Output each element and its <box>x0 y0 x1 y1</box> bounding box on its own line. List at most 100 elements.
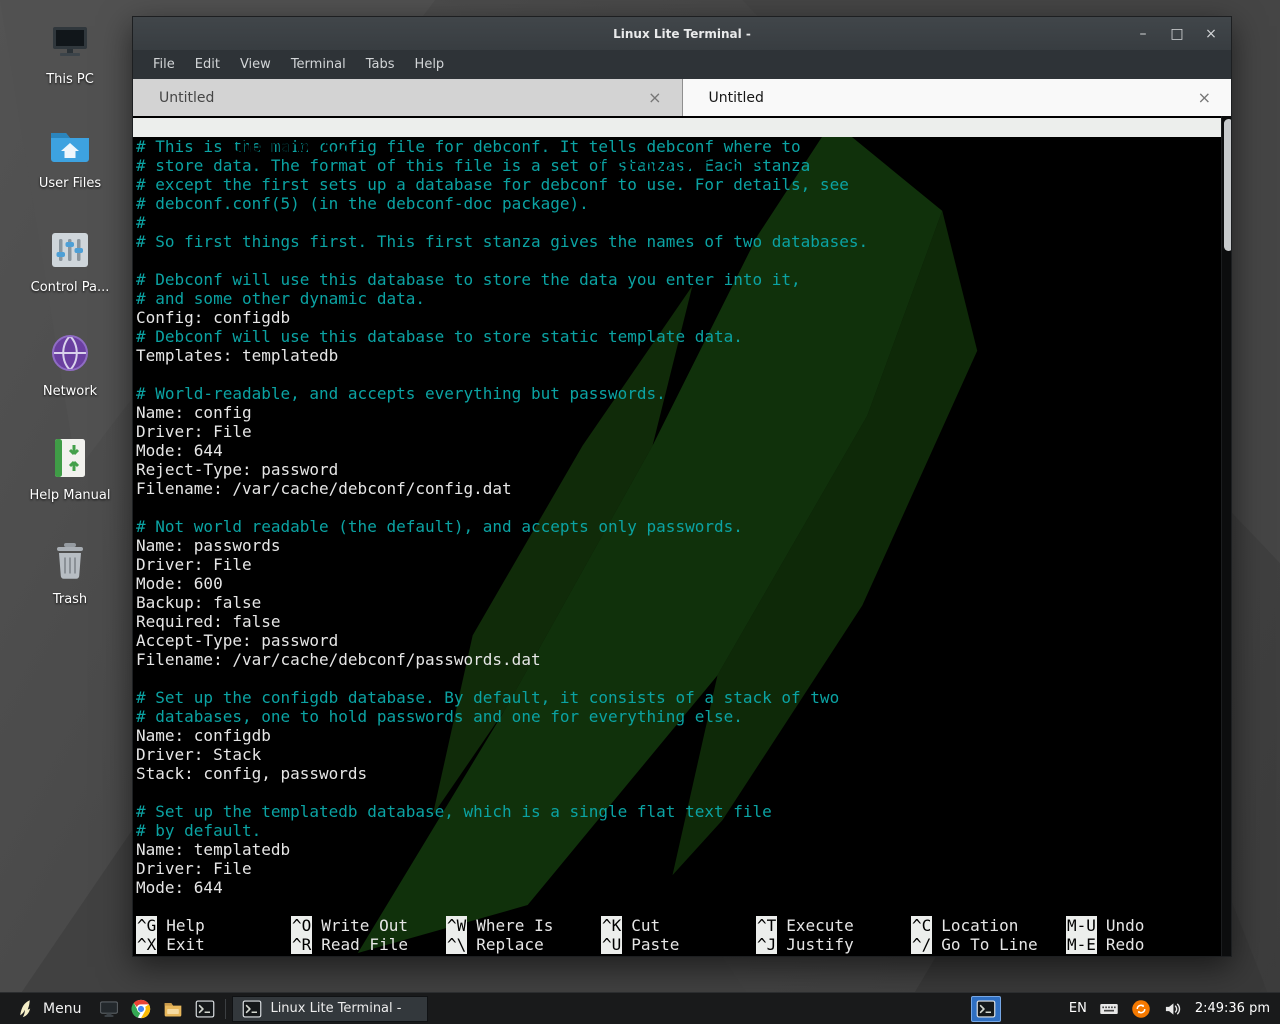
tab-close-icon[interactable]: × <box>1194 88 1215 107</box>
nano-titlebar: GNU nano 7.2 /etc/debconf.conf <box>133 118 1221 137</box>
menu-edit[interactable]: Edit <box>185 53 230 76</box>
tab-bar: Untitled × Untitled × <box>133 79 1231 116</box>
shortcut-key: ^G <box>136 916 157 935</box>
shortcut-label: Cut <box>631 916 660 935</box>
keyboard-layout-indicator[interactable]: EN <box>1069 1001 1087 1016</box>
nano-shortcut[interactable]: ^KCut <box>601 916 756 935</box>
file-manager-launcher[interactable] <box>159 996 187 1022</box>
terminal-line: # except the first sets up a database fo… <box>136 175 1221 194</box>
nano-shortcut[interactable]: ^XExit <box>136 935 291 954</box>
minimize-icon[interactable]: – <box>1135 27 1151 41</box>
terminal-line: # Set up the configdb database. By defau… <box>136 688 1221 707</box>
network-desktop-icon[interactable]: Network <box>16 326 124 403</box>
tab-label: Untitled <box>709 90 1194 106</box>
terminal-line: Config: configdb <box>136 308 1221 327</box>
desktop-icon-label: User Files <box>39 176 101 191</box>
volume-icon[interactable] <box>1163 999 1183 1019</box>
trash-icon <box>46 538 94 586</box>
shortcut-label: Location <box>941 916 1018 935</box>
tab-untitled-1[interactable]: Untitled × <box>133 79 683 116</box>
desktop-icon-label: Trash <box>53 592 87 607</box>
chrome-launcher[interactable] <box>127 996 155 1022</box>
this-pc-desktop-icon[interactable]: This PC <box>16 14 124 91</box>
nano-version: GNU nano 7.2 <box>210 137 348 156</box>
show-desktop-button[interactable] <box>95 996 123 1022</box>
menu-view[interactable]: View <box>230 53 281 76</box>
maximize-icon[interactable]: □ <box>1169 27 1185 41</box>
nano-shortcut[interactable]: M-UUndo <box>1066 916 1221 935</box>
terminal-line: Mode: 600 <box>136 574 1221 593</box>
trash-desktop-icon[interactable]: Trash <box>16 534 124 611</box>
terminal-launcher[interactable] <box>191 996 219 1022</box>
terminal-line: Mode: 644 <box>136 878 1221 897</box>
nano-shortcut[interactable]: ^UPaste <box>601 935 756 954</box>
scrollbar[interactable] <box>1221 116 1231 956</box>
computer-icon <box>46 18 94 66</box>
window-title: Linux Lite Terminal - <box>613 27 751 41</box>
terminal-line <box>136 783 1221 802</box>
terminal-line <box>136 251 1221 270</box>
shortcut-key: M-U <box>1066 916 1097 935</box>
help-manual-desktop-icon[interactable]: Help Manual <box>16 430 124 507</box>
nano-buffer[interactable]: # This is the main config file for debco… <box>133 137 1221 897</box>
update-notifier-icon[interactable] <box>1131 999 1151 1019</box>
shortcut-key: ^C <box>911 916 932 935</box>
menu-button[interactable]: Menu <box>6 993 91 1024</box>
nano-shortcuts-row1: ^GHelp ^O Write Out ^WWhere Is ^KCut ^TEx… <box>136 916 1221 935</box>
tab-close-icon[interactable]: × <box>644 88 665 107</box>
menu-terminal[interactable]: Terminal <box>281 53 356 76</box>
shortcut-label: Replace <box>476 935 543 954</box>
terminal-line: # Set up the templatedb database, which … <box>136 802 1221 821</box>
terminal-pane[interactable]: GNU nano 7.2 /etc/debconf.conf # This is… <box>133 116 1231 956</box>
nano-shortcut[interactable]: ^JJustify <box>756 935 911 954</box>
menu-file[interactable]: File <box>143 53 185 76</box>
shortcut-label: Go To Line <box>941 935 1037 954</box>
nano-shortcut[interactable]: ^\Replace <box>446 935 601 954</box>
nano-shortcut[interactable]: ^GHelp <box>136 916 291 935</box>
close-icon[interactable]: × <box>1203 27 1219 41</box>
shortcut-label: Write Out <box>321 916 408 935</box>
tray-terminal-indicator[interactable] <box>971 996 1001 1022</box>
terminal-line: # So first things first. This first stan… <box>136 232 1221 251</box>
terminal-line: Name: passwords <box>136 536 1221 555</box>
menu-help[interactable]: Help <box>405 53 455 76</box>
terminal-line: Mode: 644 <box>136 441 1221 460</box>
control-panel-desktop-icon[interactable]: Control Pa... <box>16 222 124 299</box>
shortcut-label: Redo <box>1106 935 1145 954</box>
nano-shortcut[interactable]: ^RRead File <box>291 935 446 954</box>
network-icon <box>46 330 94 378</box>
nano-shortcut[interactable]: ^TExecute <box>756 916 911 935</box>
nano-shortcut[interactable]: ^O Write Out <box>291 916 446 935</box>
terminal-line: Name: configdb <box>136 726 1221 745</box>
titlebar[interactable]: Linux Lite Terminal - – □ × <box>133 17 1231 50</box>
desktop-icon-list: This PC User Files Control Pa... Network… <box>16 14 124 611</box>
taskbar-separator <box>225 999 226 1019</box>
terminal-icon <box>195 999 215 1019</box>
terminal-line: Filename: /var/cache/debconf/config.dat <box>136 479 1221 498</box>
clock[interactable]: 2:49:36 pm <box>1195 1001 1270 1016</box>
terminal-line: # debconf.conf(5) (in the debconf-doc pa… <box>136 194 1221 213</box>
nano-shortcut[interactable]: M-ERedo <box>1066 935 1221 954</box>
window-controls: – □ × <box>1135 17 1219 50</box>
terminal-line: # Debconf will use this database to stor… <box>136 270 1221 289</box>
terminal-line: Required: false <box>136 612 1221 631</box>
keyboard-icon[interactable] <box>1099 999 1119 1019</box>
desktop-icon-label: Network <box>43 384 97 399</box>
shortcut-key: ^/ <box>911 935 932 954</box>
nano-shortcut[interactable]: ^/ Go To Line <box>911 935 1066 954</box>
scrollbar-thumb[interactable] <box>1224 119 1231 251</box>
terminal-line: # <box>136 213 1221 232</box>
tab-label: Untitled <box>159 90 644 106</box>
shortcut-key: ^O <box>291 916 312 935</box>
taskbar-window-button[interactable]: Linux Lite Terminal - <box>232 996 428 1022</box>
desktop-icon-label: This PC <box>46 72 94 87</box>
tab-untitled-2[interactable]: Untitled × <box>683 79 1232 116</box>
terminal-content: GNU nano 7.2 /etc/debconf.conf # This is… <box>133 116 1221 956</box>
nano-shortcut-bar: ^GHelp ^O Write Out ^WWhere Is ^KCut ^TEx… <box>133 916 1221 954</box>
linux-lite-logo-icon <box>16 999 36 1019</box>
terminal-line: # World-readable, and accepts everything… <box>136 384 1221 403</box>
menu-tabs[interactable]: Tabs <box>356 53 405 76</box>
nano-shortcut[interactable]: ^WWhere Is <box>446 916 601 935</box>
user-files-desktop-icon[interactable]: User Files <box>16 118 124 195</box>
nano-shortcut[interactable]: ^C Location <box>911 916 1066 935</box>
